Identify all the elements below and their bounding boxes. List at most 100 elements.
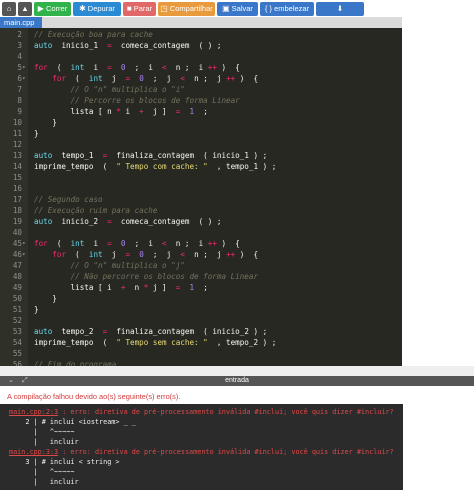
right-panel [402, 0, 474, 366]
code-line[interactable]: 8 // Percorre os blocos de forma Linear [0, 95, 403, 106]
run-button[interactable]: ▶ Correr [34, 1, 71, 16]
line-number: 9 [17, 107, 22, 116]
code-line[interactable]: 14 imprime_tempo ( " Tempo com cache: " ,… [0, 161, 403, 172]
line-number: 16 [12, 184, 22, 193]
save-button[interactable]: ▣ Salvar [217, 1, 258, 16]
code-text: } [34, 118, 57, 127]
code-text: auto inicio_2 = comeca_contagem ( ) ; [34, 217, 222, 226]
code-editor[interactable]: 2 // Execução boa para cache 3 auto inicio_… [0, 28, 403, 366]
play-icon: ▶ [37, 4, 44, 13]
code-text: // Não percorre os blocos de forma Linea… [70, 272, 259, 281]
code-line[interactable]: 6 ▾ for ( int j = 0 ; j < n ; j ++ ) { [0, 73, 403, 84]
line-number: 12 [12, 140, 22, 149]
code-line[interactable]: 51} [0, 304, 403, 315]
line-number: 46 [12, 250, 22, 259]
code-text: for ( int j = 0 ; j < n ; j ++ ) { [52, 250, 259, 259]
line-number: 14 [12, 162, 22, 171]
tab-main-cpp[interactable]: main.cpp [0, 17, 42, 28]
code-line[interactable]: 3 auto inicio_1 = comeca_contagem ( ) ; [0, 40, 403, 51]
code-text: imprime_tempo ( " Tempo com cache: " , t… [34, 162, 277, 171]
line-number: 54 [12, 338, 22, 347]
code-line[interactable]: 50 } [0, 293, 403, 304]
line-number: 51 [12, 305, 22, 314]
upload-button[interactable]: ▲ [18, 1, 32, 16]
code-line[interactable]: 7 // O "n" multiplica o "i" [0, 84, 403, 95]
code-line[interactable]: 17 // Segundo caso [0, 194, 403, 205]
code-text: imprime_tempo ( " Tempo sem cache: " , t… [34, 338, 277, 347]
code-line[interactable]: 16 [0, 183, 403, 194]
console-line: 2 | # incluí <iostream> _ _ [9, 418, 136, 426]
save-icon: ▣ [222, 4, 230, 13]
line-number: 49 [12, 283, 22, 292]
code-line[interactable]: 12 [0, 139, 403, 150]
fold-arrow-icon[interactable]: ▾ [22, 249, 28, 260]
code-text: auto tempo_1 = finaliza_contagem ( inici… [34, 151, 268, 160]
share-icon: ◳ [160, 4, 168, 13]
line-number: 50 [12, 294, 22, 303]
line-number: 17 [12, 195, 22, 204]
line-number: 40 [12, 228, 22, 237]
line-number: 52 [12, 316, 22, 325]
code-line[interactable]: 15 [0, 172, 403, 183]
code-line[interactable]: 52 [0, 315, 403, 326]
line-number: 48 [12, 272, 22, 281]
line-number: 2 [17, 30, 22, 39]
fold-arrow-icon[interactable]: ▾ [22, 73, 28, 84]
code-text: auto tempo_2 = finaliza_contagem ( inici… [34, 327, 268, 336]
share-button[interactable]: ◳ Compartilhar [158, 1, 215, 16]
console-line: | ^~~~~~ [9, 428, 75, 436]
debug-button[interactable]: ✱ Depurar [73, 1, 121, 16]
code-line[interactable]: 55 [0, 348, 403, 359]
fold-arrow-icon[interactable]: ▾ [22, 238, 28, 249]
line-number: 10 [12, 118, 22, 127]
code-line[interactable]: 48 // Não percorre os blocos de forma Li… [0, 271, 403, 282]
line-number: 56 [12, 360, 22, 366]
code-line[interactable]: 40 [0, 227, 403, 238]
output-label: entrada [225, 377, 249, 384]
line-number: 15 [12, 173, 22, 182]
stop-button[interactable]: ■ Parar [123, 1, 156, 16]
code-text: // Segundo caso [34, 195, 103, 204]
line-number: 47 [12, 261, 22, 270]
code-line[interactable]: 46 ▾ for ( int j = 0 ; j < n ; j ++ ) { [0, 249, 403, 260]
code-line[interactable]: 54 imprime_tempo ( " Tempo sem cache: " ,… [0, 337, 403, 348]
line-number: 6 [17, 74, 22, 83]
line-number: 11 [12, 129, 22, 138]
code-line[interactable]: 49 lista [ i + n * j ] = 1 ; [0, 282, 403, 293]
line-number: 8 [17, 96, 22, 105]
code-line[interactable]: 4 [0, 51, 403, 62]
code-line[interactable]: 11} [0, 128, 403, 139]
bug-icon: ✱ [79, 4, 86, 13]
code-line[interactable]: 53 auto tempo_2 = finaliza_contagem ( ini… [0, 326, 403, 337]
code-line[interactable]: 19 auto inicio_2 = comeca_contagem ( ) ; [0, 216, 403, 227]
line-number: 55 [12, 349, 22, 358]
line-number: 3 [17, 41, 22, 50]
line-number: 18 [12, 206, 22, 215]
code-text: lista [ n * i + j ] = 1 ; [34, 107, 208, 116]
console-line: main.cpp:2:3 : erro: diretiva de pré-pro… [9, 408, 394, 416]
download-button[interactable]: ⬇ [316, 1, 364, 16]
home-button[interactable]: ⌂ [2, 1, 16, 16]
code-line[interactable]: 13 auto tempo_1 = finaliza_contagem ( ini… [0, 150, 403, 161]
line-number: 45 [12, 239, 22, 248]
beautify-button[interactable]: { } embelezar [260, 1, 314, 16]
code-line[interactable]: 56 // Fim do programa [0, 359, 403, 366]
code-line[interactable]: 9 lista [ n * i + j ] = 1 ; [0, 106, 403, 117]
divider [0, 366, 474, 376]
code-line[interactable]: 10 } [0, 117, 403, 128]
line-number: 19 [12, 217, 22, 226]
console-line: main.cpp:3:3 : erro: diretiva de pré-pro… [9, 448, 394, 456]
line-number: 13 [12, 151, 22, 160]
line-number: 7 [17, 85, 22, 94]
fold-arrow-icon[interactable]: ▾ [22, 62, 28, 73]
console-line: | ^~~~~~ [9, 468, 75, 476]
output-bar: ⌄ ⤢ entrada [0, 376, 474, 386]
code-line[interactable]: 5 ▾ for ( int i = 0 ; i < n ; i ++ ) { [0, 62, 403, 73]
code-line[interactable]: 18 // Execução ruim para cache [0, 205, 403, 216]
code-line[interactable]: 2 // Execução boa para cache [0, 29, 403, 40]
code-line[interactable]: 47 // O "n" multiplica o "j" [0, 260, 403, 271]
code-line[interactable]: 45 ▾ for ( int i = 0 ; i < n ; i ++ ) { [0, 238, 403, 249]
download-icon: ⬇ [336, 4, 344, 13]
line-number: 53 [12, 327, 22, 336]
home-icon: ⌂ [6, 4, 12, 13]
